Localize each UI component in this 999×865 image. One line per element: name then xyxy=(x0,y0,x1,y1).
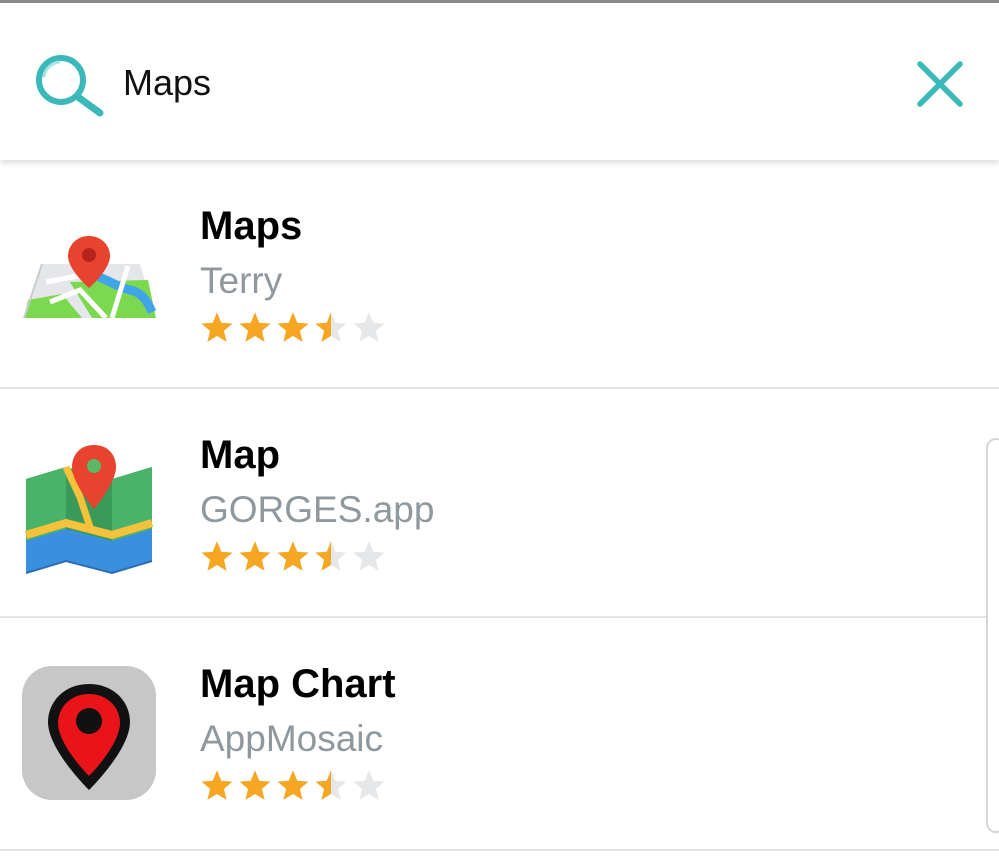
star-filled-icon xyxy=(239,312,271,342)
folded-map-pin-icon xyxy=(24,445,154,575)
star-rating xyxy=(198,768,388,804)
star-filled-icon xyxy=(201,770,233,800)
app-search-screen: Maps Terry Map GORGES.app xyxy=(0,0,999,865)
list-item[interactable]: Map Chart AppMosaic xyxy=(0,618,999,851)
list-item[interactable]: Map GORGES.app xyxy=(0,389,999,618)
star-empty-icon xyxy=(353,541,385,571)
star-filled-icon xyxy=(201,312,233,342)
app-name: Map Chart xyxy=(200,662,396,706)
star-half-icon xyxy=(315,541,347,571)
star-filled-icon xyxy=(239,770,271,800)
star-filled-icon xyxy=(239,541,271,571)
star-empty-icon xyxy=(353,770,385,800)
app-name: Maps xyxy=(200,204,303,248)
search-bar xyxy=(0,3,999,160)
star-filled-icon xyxy=(277,541,309,571)
star-half-icon xyxy=(315,770,347,800)
search-results-list: Maps Terry Map GORGES.app Map Chart AppM… xyxy=(0,160,999,851)
star-filled-icon xyxy=(201,541,233,571)
search-input[interactable] xyxy=(123,59,823,107)
search-icon[interactable] xyxy=(30,49,106,119)
list-item[interactable]: Maps Terry xyxy=(0,160,999,389)
map-marker-icon xyxy=(22,666,156,800)
star-filled-icon xyxy=(277,770,309,800)
star-filled-icon xyxy=(277,312,309,342)
star-rating xyxy=(198,539,388,575)
app-developer: AppMosaic xyxy=(200,718,384,759)
app-developer: GORGES.app xyxy=(200,489,435,530)
app-name: Map xyxy=(200,433,280,477)
app-developer: Terry xyxy=(200,260,283,301)
star-rating xyxy=(198,310,388,346)
star-half-icon xyxy=(315,312,347,342)
close-icon[interactable] xyxy=(912,56,968,112)
scrollbar[interactable] xyxy=(986,438,999,833)
map-pin-paper-icon xyxy=(23,236,157,320)
star-empty-icon xyxy=(353,312,385,342)
